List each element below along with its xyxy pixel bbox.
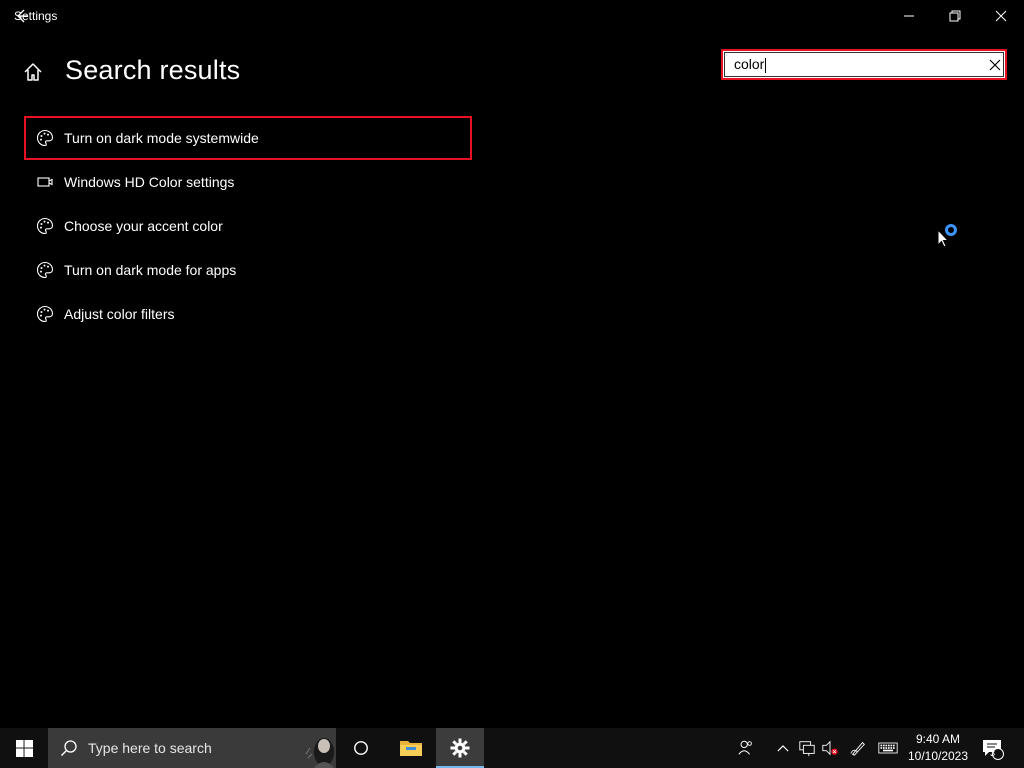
volume-muted-icon[interactable]: [820, 738, 840, 758]
chevron-up-icon[interactable]: [773, 738, 793, 758]
result-item-color-filters[interactable]: Adjust color filters: [24, 292, 472, 336]
palette-icon: [36, 305, 54, 323]
title-bar: Settings: [0, 0, 1024, 32]
taskbar-search-placeholder: Type here to search: [88, 740, 212, 756]
clear-search-icon[interactable]: [989, 59, 1001, 71]
page-title: Search results: [65, 55, 241, 85]
touch-keyboard-icon[interactable]: [878, 738, 898, 758]
minimize-icon: [904, 15, 914, 17]
search-box-inner: color: [724, 52, 1004, 77]
display-icon: [36, 173, 54, 191]
clock-date: 10/10/2023: [907, 749, 969, 763]
busy-spinner-icon: [945, 224, 957, 236]
search-highlight-illustration-icon: [304, 728, 336, 768]
result-label: Adjust color filters: [64, 306, 175, 322]
cortana-circle-icon: [354, 741, 368, 755]
start-button[interactable]: [0, 728, 48, 768]
palette-icon: [36, 261, 54, 279]
file-explorer-button[interactable]: [388, 728, 434, 768]
result-item-dark-mode-systemwide[interactable]: Turn on dark mode systemwide: [24, 116, 472, 160]
result-label: Windows HD Color settings: [64, 174, 235, 190]
restore-button[interactable]: [932, 0, 978, 32]
network-icon[interactable]: [797, 738, 817, 758]
cortana-button[interactable]: [338, 728, 384, 768]
settings-taskbar-button[interactable]: [436, 728, 484, 768]
pen-workspace-icon[interactable]: [848, 738, 868, 758]
text-caret: [765, 58, 766, 73]
home-icon[interactable]: [22, 61, 44, 83]
palette-icon: [36, 129, 54, 147]
search-input[interactable]: color: [734, 56, 974, 74]
palette-icon: [36, 217, 54, 235]
people-icon[interactable]: [736, 738, 756, 758]
result-label: Turn on dark mode systemwide: [64, 130, 259, 146]
gear-icon: [450, 738, 470, 758]
result-item-hd-color-settings[interactable]: Windows HD Color settings: [24, 160, 472, 204]
clock-time: 9:40 AM: [915, 732, 961, 746]
minimize-button[interactable]: [886, 0, 932, 32]
result-item-accent-color[interactable]: Choose your accent color: [24, 204, 472, 248]
settings-search-box[interactable]: color: [721, 49, 1007, 80]
taskbar-search-box[interactable]: Type here to search: [48, 728, 336, 768]
system-clock[interactable]: 9:40 AM 10/10/2023: [904, 731, 972, 765]
folder-icon: [400, 741, 422, 756]
close-icon: [995, 10, 1007, 22]
search-results-list: Turn on dark mode systemwide Windows HD …: [24, 116, 472, 336]
result-item-dark-mode-apps[interactable]: Turn on dark mode for apps: [24, 248, 472, 292]
close-button[interactable]: [978, 0, 1024, 32]
result-label: Choose your accent color: [64, 218, 223, 234]
result-label: Turn on dark mode for apps: [64, 262, 237, 278]
notification-count-badge: 3: [990, 748, 996, 758]
app-title: Settings: [14, 9, 58, 23]
windows-logo-icon: [15, 739, 33, 757]
search-icon: [60, 740, 77, 757]
restore-icon: [949, 10, 961, 22]
taskbar: Type here to search 9:40 AM 10/10/2023 3: [0, 728, 1024, 768]
